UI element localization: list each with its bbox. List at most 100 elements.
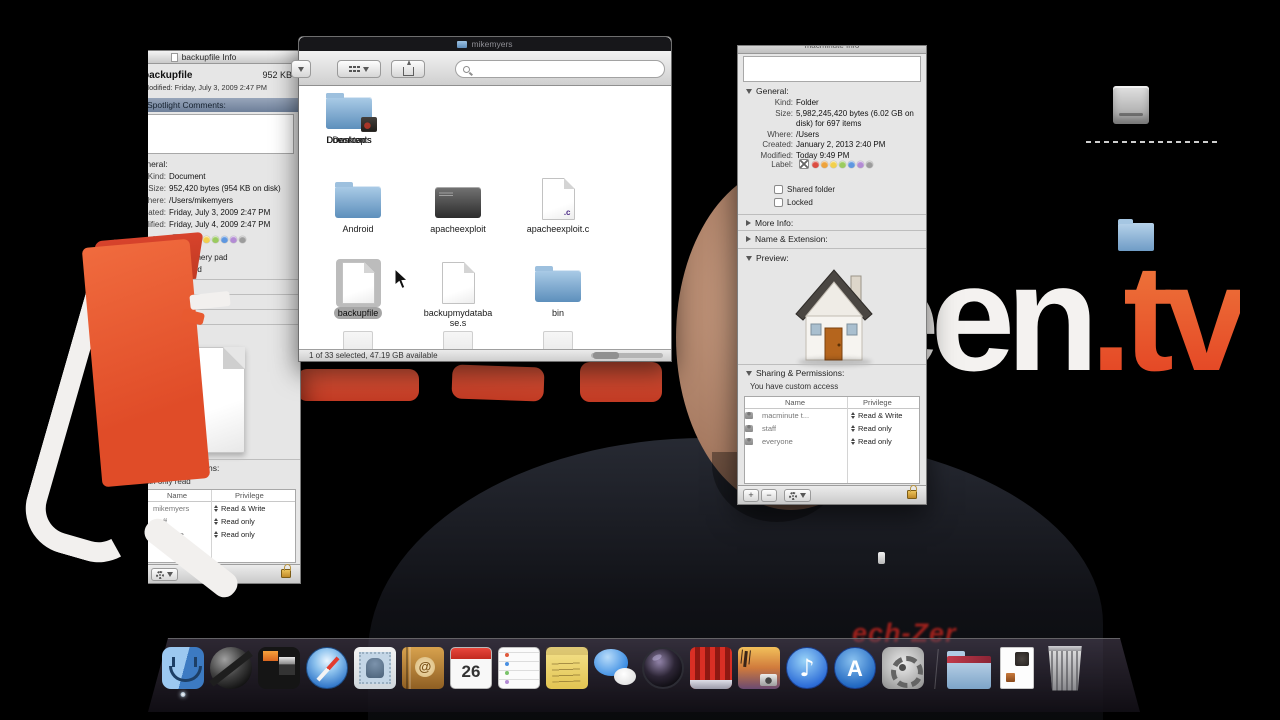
dark-sphere-app-dock-icon[interactable] [208, 645, 254, 691]
logo-tld: .tv [1089, 233, 1249, 403]
stepper-icon[interactable] [214, 518, 218, 525]
label-color-swatch[interactable] [821, 160, 828, 168]
label-color-swatch[interactable] [866, 160, 873, 168]
home-folder-preview-icon [795, 269, 873, 361]
sharing-section-header[interactable]: Sharing & Permissions: [746, 368, 844, 378]
documents-stack-dock-icon[interactable] [994, 645, 1040, 691]
stepper-icon[interactable] [851, 438, 855, 445]
label-color-swatch[interactable] [185, 235, 192, 243]
video-frame: een.tv ech-Zer backupfile Info backupfil… [0, 0, 1280, 720]
lock-icon[interactable] [281, 564, 291, 578]
file-apacheexploit[interactable]: apacheexploit [408, 175, 508, 235]
itunes-dock-icon[interactable] [784, 645, 830, 691]
back-button[interactable] [291, 60, 311, 78]
preview-section-header[interactable]: Preview: [738, 248, 926, 264]
label-none-swatch[interactable] [799, 159, 809, 169]
disclosure-triangle-icon[interactable] [746, 255, 752, 261]
dark-media-app-dock-icon[interactable] [256, 645, 302, 691]
label-color-swatch[interactable] [194, 235, 201, 243]
file-label: backupmydatabase.s [423, 308, 493, 328]
notes-dock-icon[interactable] [544, 645, 590, 691]
photo-booth-dock-icon[interactable] [688, 645, 734, 691]
label-color-swatch[interactable] [221, 235, 228, 243]
action-gear-button[interactable] [151, 568, 178, 581]
section-header[interactable]: Name & Extension: [738, 230, 926, 246]
permission-row[interactable]: staff Read only [745, 422, 919, 435]
label-color-swatch[interactable] [812, 160, 819, 168]
stepper-icon[interactable] [851, 412, 855, 419]
file-icon: .c [541, 178, 575, 220]
disclosure-triangle-icon[interactable] [746, 370, 752, 376]
label-color-swatch[interactable] [203, 235, 210, 243]
checkbox-icon[interactable] [163, 265, 172, 274]
trash-dock-icon[interactable] [1042, 645, 1088, 691]
action-gear-button[interactable] [784, 489, 811, 502]
spotlight-comments-field[interactable] [743, 56, 921, 82]
add-user-button[interactable]: + [743, 489, 759, 502]
desktop-folder-icon[interactable] [1118, 219, 1154, 251]
permission-row[interactable]: everyone Read only [745, 435, 919, 448]
search-input[interactable] [455, 60, 665, 78]
folder-stack-dock-icon[interactable] [946, 645, 992, 691]
permission-row[interactable]: macminute t... Read & Write [745, 409, 919, 422]
window-titlebar[interactable]: mikemyers [299, 37, 671, 51]
label-color-swatches [812, 160, 873, 168]
label-color-swatch[interactable] [848, 160, 855, 168]
label-none-swatch[interactable] [172, 234, 182, 244]
remove-user-button[interactable]: − [761, 489, 777, 502]
dock-apps: 26 [160, 645, 926, 691]
checkbox-icon[interactable] [774, 185, 783, 194]
disclosure-triangle-icon[interactable] [746, 219, 751, 226]
file-backupmydatabase-s[interactable]: backupmydatabase.s [408, 259, 508, 329]
stepper-icon[interactable] [214, 505, 218, 512]
slider-thumb[interactable] [593, 352, 619, 359]
flag-checkbox-row[interactable]: Shared folder [774, 185, 835, 194]
general-section-header[interactable]: General: [746, 86, 789, 96]
stepper-icon[interactable] [851, 425, 855, 432]
flag-checkbox-row[interactable]: Locked [163, 265, 228, 274]
camera-lens-app-dock-icon[interactable] [640, 645, 686, 691]
section-header[interactable]: More Info: [738, 214, 926, 230]
disclosure-triangle-icon[interactable] [746, 235, 751, 242]
folder-downloads[interactable]: Downloads [299, 86, 399, 146]
window-titlebar[interactable]: macminute Info [738, 46, 926, 54]
label-color-swatch[interactable] [839, 160, 846, 168]
calendar-dock-icon[interactable]: 26 [448, 645, 494, 691]
chevron-down-icon [167, 572, 173, 577]
folder-bin[interactable]: bin [508, 259, 608, 319]
desktop-drive-icon[interactable] [1113, 86, 1149, 124]
finder-dock-icon[interactable] [160, 645, 206, 691]
app-store-dock-icon[interactable] [832, 645, 878, 691]
disclosure-triangle-icon[interactable] [746, 88, 752, 94]
icon-size-slider[interactable] [591, 352, 663, 359]
dock-stacks [946, 645, 1088, 691]
desktop-drive-label [1086, 141, 1218, 143]
iphoto-dock-icon[interactable] [736, 645, 782, 691]
flag-checkbox-row[interactable]: Locked [774, 198, 835, 207]
label-color-swatch[interactable] [230, 235, 237, 243]
contacts-dock-icon[interactable] [400, 645, 446, 691]
file-android[interactable]: Android [308, 175, 408, 235]
checkbox-icon[interactable] [774, 198, 783, 207]
share-button[interactable] [391, 59, 425, 78]
file-apacheexploit-c[interactable]: .c apacheexploit.c [508, 175, 608, 235]
view-mode-button[interactable] [337, 60, 381, 78]
messages-dock-icon[interactable] [592, 645, 638, 691]
info-field-row: Where: /Users [767, 129, 820, 139]
checkbox-icon[interactable] [163, 253, 172, 262]
flag-checkbox-row[interactable]: Stationery pad [163, 253, 228, 262]
status-bar: 1 of 33 selected, 47.19 GB available [299, 349, 671, 361]
permissions-table: Name Privilege macminute t... Read & Wri… [744, 396, 920, 484]
info-field-row: Kind: Folder [774, 98, 819, 107]
safari-dock-icon[interactable] [304, 645, 350, 691]
lock-icon[interactable] [907, 485, 917, 499]
reminders-dock-icon[interactable] [496, 645, 542, 691]
mail-dock-icon[interactable] [352, 645, 398, 691]
system-preferences-dock-icon[interactable] [880, 645, 926, 691]
label-color-swatch[interactable] [857, 160, 864, 168]
label-color-swatch[interactable] [830, 160, 837, 168]
stepper-icon[interactable] [214, 531, 218, 538]
label-color-swatch[interactable] [212, 235, 219, 243]
label-color-swatch[interactable] [239, 235, 246, 243]
file-backupfile[interactable]: backupfile [308, 259, 408, 319]
